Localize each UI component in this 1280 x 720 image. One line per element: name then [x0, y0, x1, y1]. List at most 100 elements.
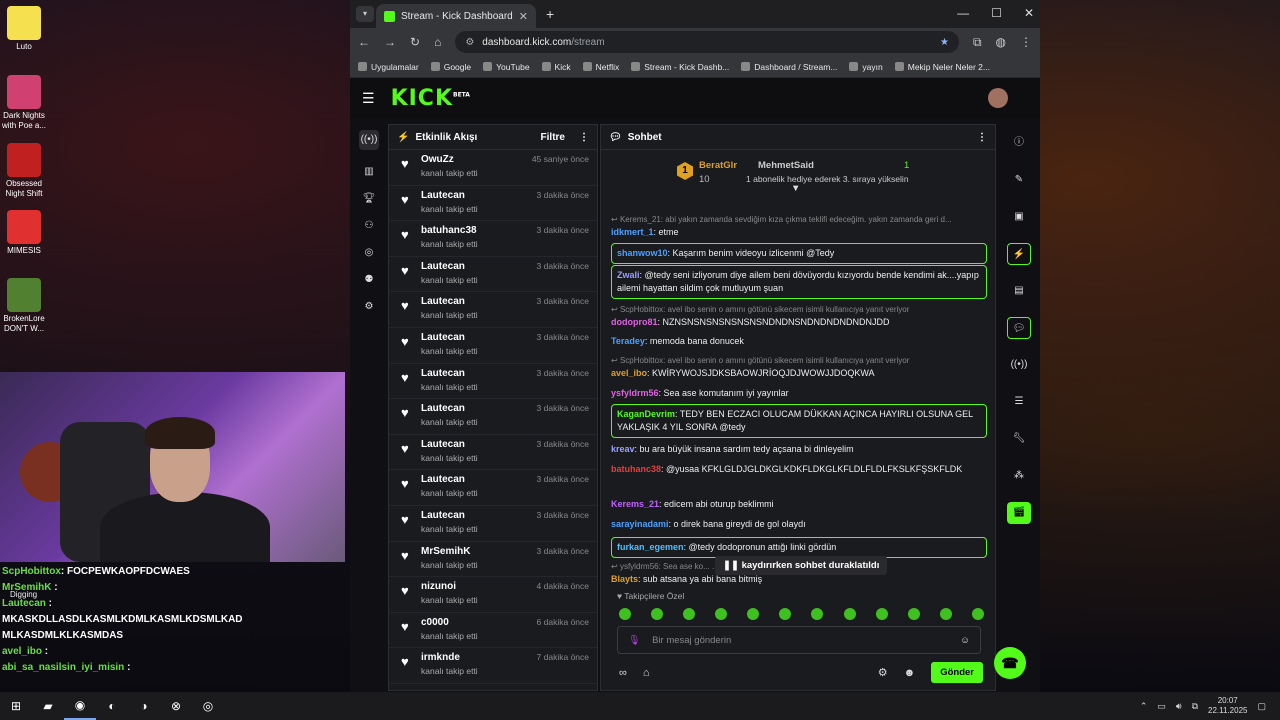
emote-icon[interactable]: [747, 608, 760, 620]
chat-input[interactable]: 🎙︎ Bir mesaj gönderin ☺: [617, 626, 981, 654]
activity-item[interactable]: ♥ Lautecan kanalı takip etti 3 dakika önce: [389, 257, 597, 293]
desktop-icon[interactable]: MIMESIS: [0, 210, 48, 256]
minimize-icon[interactable]: —: [957, 6, 969, 20]
chat-settings-icon[interactable]: ⚙: [878, 666, 888, 679]
activity-item[interactable]: ♥ MrSemihK kanalı takip etti 3 dakika önce: [389, 542, 597, 578]
bookmark-item[interactable]: Mekip Neler Neler 2...: [894, 62, 990, 72]
chat-message[interactable]: Kerems_21: edicem abi oturup beklimmi: [611, 498, 987, 511]
emote-icon[interactable]: [875, 608, 888, 620]
chat-username[interactable]: Zwali: [617, 270, 640, 280]
steam-icon[interactable]: ◑: [128, 692, 160, 720]
analytics-icon[interactable]: ▥: [364, 166, 373, 177]
volume-icon[interactable]: 🔊︎: [1176, 701, 1182, 712]
chat-message[interactable]: sarayinadami: o direk bana gireydi de go…: [611, 518, 987, 531]
screen-icon[interactable]: ▣: [1007, 206, 1031, 228]
activity-item[interactable]: ♥ Lautecan kanalı takip etti 3 dakika önce: [389, 328, 597, 364]
chat-message[interactable]: batuhanc38: @yusaa KFKLGLDJGLDKGLKDKFLDK…: [611, 463, 987, 476]
chat-username[interactable]: furkan_egemen: [617, 542, 684, 552]
activity-item[interactable]: ♥ OwuZz kanalı takip etti 45 saniye önce: [389, 150, 597, 186]
chat-message[interactable]: Zwali: @tedy seni izliyorum diye ailem b…: [611, 265, 987, 299]
emote-icon[interactable]: [715, 608, 728, 620]
broadcast-icon[interactable]: ((•)): [1007, 354, 1031, 376]
notification-icon[interactable]: ▢: [1257, 701, 1266, 712]
layers-icon[interactable]: ☰: [1007, 391, 1031, 413]
emoji-icon[interactable]: ☺: [960, 635, 970, 646]
second-gifter-name[interactable]: MehmetSaid: [758, 160, 814, 171]
activity-item[interactable]: ♥ Lautecan kanalı takip etti 3 dakika önce: [389, 506, 597, 542]
chat-message[interactable]: shanwow10: Kaşarım benim videoyu izlicen…: [611, 243, 987, 264]
chat-username[interactable]: dodopro81: [611, 317, 658, 327]
emote-icon[interactable]: [779, 608, 792, 620]
extensions-icon[interactable]: ⧉: [973, 35, 982, 50]
bookmark-star-icon[interactable]: ★: [940, 37, 949, 48]
explorer-icon[interactable]: ▰: [32, 692, 64, 720]
obs-icon[interactable]: ◎: [192, 692, 224, 720]
clapper-icon[interactable]: 🎬︎: [1007, 502, 1031, 524]
emote-icon[interactable]: [939, 608, 952, 620]
activity-item[interactable]: ♥ Lautecan kanalı takip etti 3 dakika önce: [389, 470, 597, 506]
chrome-icon[interactable]: ◉: [64, 692, 96, 720]
bookmark-item[interactable]: Netflix: [582, 62, 619, 72]
windows-start-icon[interactable]: ⊞: [0, 692, 32, 720]
share-icon[interactable]: ⁂: [1007, 465, 1031, 487]
chat-username[interactable]: batuhanc38: [611, 464, 661, 474]
chat-username[interactable]: Blayts: [611, 574, 638, 584]
activity-item[interactable]: ♥ irmknde kanalı takip etti 7 dakika önce: [389, 648, 597, 684]
chat-username[interactable]: idkmert_1: [611, 227, 654, 237]
language-icon[interactable]: ⧉: [1192, 701, 1198, 712]
chat-message[interactable]: kreav: bu ara büyük insana sardım tedy a…: [611, 443, 987, 456]
emote-icon[interactable]: [619, 608, 631, 620]
kick-logo[interactable]: KICKBETA: [391, 86, 470, 111]
desktop-icon[interactable]: BrokenLore DON'T W...: [0, 278, 48, 334]
user-avatar[interactable]: [988, 88, 1008, 108]
chat-username[interactable]: sarayinadami: [611, 519, 669, 529]
activity-item[interactable]: ♥ Lautecan kanalı takip etti 3 dakika önce: [389, 399, 597, 435]
infinity-icon[interactable]: ∞: [619, 667, 627, 679]
community-icon[interactable]: ⚇: [365, 220, 374, 231]
activity-item[interactable]: ♥ Lautecan kanalı takip etti 3 dakika önce: [389, 364, 597, 400]
mic-icon[interactable]: 🎙︎: [628, 635, 640, 646]
bookmark-item[interactable]: YouTube: [483, 62, 530, 72]
new-tab-icon[interactable]: +: [546, 6, 554, 22]
desktop-icon[interactable]: Obsessed Night Shift: [0, 143, 48, 199]
tab-search-icon[interactable]: ▾: [356, 6, 374, 22]
emote-icon[interactable]: [651, 608, 664, 620]
activity-item[interactable]: ♥ nizunoi kanalı takip etti 4 dakika önce: [389, 577, 597, 613]
send-button[interactable]: Gönder: [931, 662, 983, 683]
emote-icon[interactable]: [843, 608, 856, 620]
info-icon[interactable]: ⓘ: [1007, 132, 1031, 154]
chat-username[interactable]: shanwow10: [617, 248, 668, 258]
chat-username[interactable]: kreav: [611, 444, 635, 454]
chat-message[interactable]: KaganDevrim: TEDY BEN ECZACI OLUCAM DÜKK…: [611, 404, 987, 438]
discord-icon[interactable]: ◐: [96, 692, 128, 720]
moderation-icon[interactable]: ◎: [365, 247, 374, 258]
desktop-icon[interactable]: Luto: [0, 6, 48, 52]
activity-item[interactable]: ♥ Lautecan kanalı takip etti 3 dakika önce: [389, 435, 597, 471]
menu-kebab-icon[interactable]: ⋮: [1020, 35, 1032, 49]
chat-message[interactable]: ysfyldrm56: Sea ase komutanım iyi yayınl…: [611, 387, 987, 400]
chat-message[interactable]: ↩ Kerems_21: abi yakın zamanda sevdiğim …: [611, 213, 987, 239]
bookmark-item[interactable]: Google: [430, 62, 471, 72]
emote-icon[interactable]: [971, 608, 984, 620]
forward-icon[interactable]: →: [384, 35, 396, 49]
top-gifter-name[interactable]: BeratGlr: [699, 160, 737, 171]
settings-icon[interactable]: ⚙: [365, 301, 374, 312]
notes-icon[interactable]: ▤: [1007, 280, 1031, 302]
chat-message[interactable]: furkan_egemen: @tedy dodopronun attığı l…: [611, 537, 987, 558]
activity-item[interactable]: ♥ Lautecan kanalı takip etti 3 dakika önce: [389, 186, 597, 222]
chat-username[interactable]: Kerems_21: [611, 499, 659, 509]
bookmark-item[interactable]: Kick: [541, 62, 571, 72]
back-icon[interactable]: ←: [358, 35, 370, 49]
chat-message[interactable]: ↩ ScpHobittox: avel ibo senin o amını gö…: [611, 303, 987, 329]
desktop-icon[interactable]: Dark Nights with Poe a...: [0, 75, 48, 131]
reload-icon[interactable]: ↻: [410, 35, 420, 49]
xbox-icon[interactable]: ⊗: [160, 692, 192, 720]
support-fab-icon[interactable]: ☎: [994, 647, 1026, 679]
close-window-icon[interactable]: ✕: [1024, 6, 1034, 20]
emote-icon[interactable]: [811, 608, 824, 620]
activity-item[interactable]: ♥ Lautecan kanalı takip etti 3 dakika önce: [389, 292, 597, 328]
menu-icon[interactable]: ☰: [362, 90, 375, 107]
emote-icon[interactable]: [907, 608, 920, 620]
lightning-panel-icon[interactable]: ⚡: [1007, 243, 1031, 265]
bookmark-item[interactable]: Stream - Kick Dashb...: [631, 62, 729, 72]
